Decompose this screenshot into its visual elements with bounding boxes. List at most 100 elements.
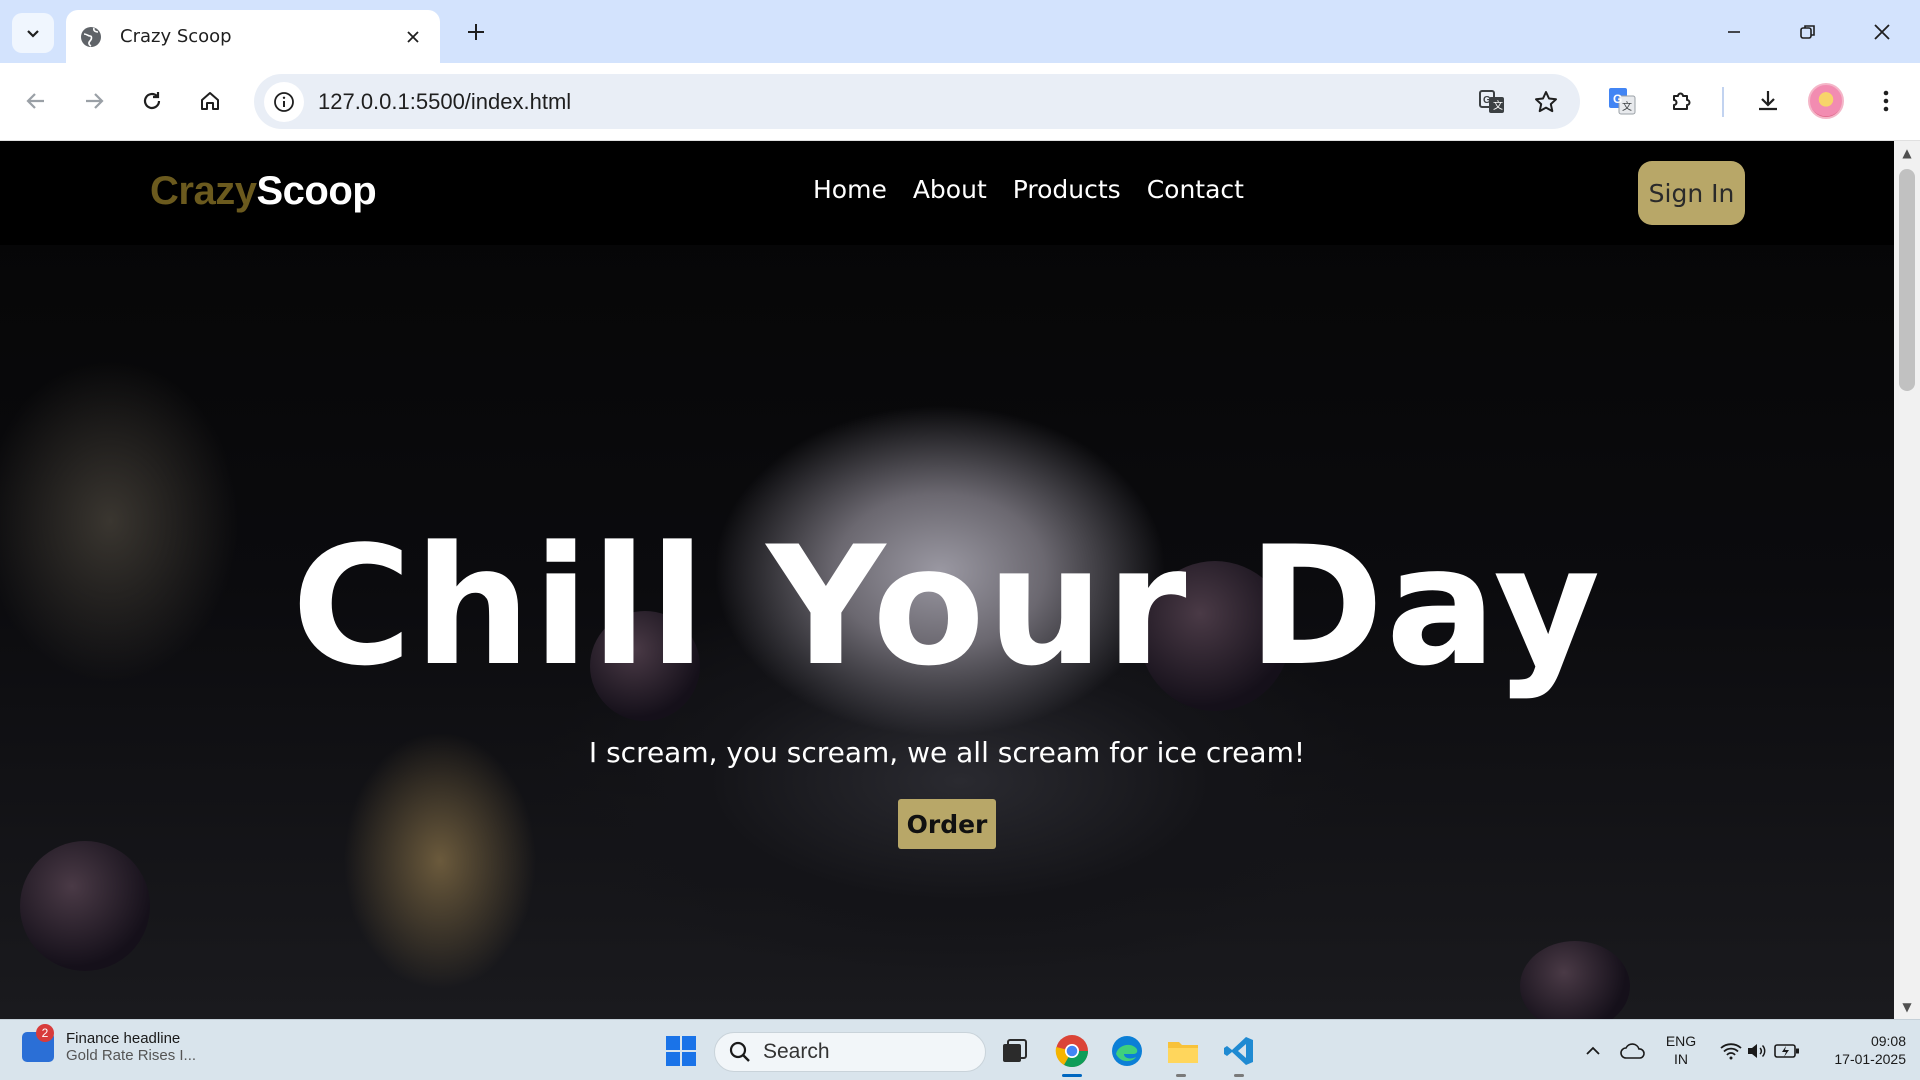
sign-in-button[interactable]: Sign In [1638,161,1745,225]
more-vertical-icon [1883,90,1889,112]
vscode-icon [1224,1037,1253,1065]
plus-icon [468,24,484,40]
translate-icon: G文 [1479,89,1504,113]
browser-tab-active[interactable]: Crazy Scoop [66,10,440,63]
info-icon [274,91,294,112]
hero-title: Chill Your Day [291,511,1603,702]
order-button[interactable]: Order [898,799,996,849]
task-view-icon [1003,1039,1027,1062]
clock-date: 17-01-2025 [1834,1051,1906,1067]
minimize-icon [1728,31,1740,33]
extensions-button[interactable] [1662,81,1702,121]
task-view-button[interactable] [994,1030,1036,1072]
puzzle-icon [1673,92,1691,110]
search-icon [729,1041,750,1062]
language-code: ENG [1665,1033,1697,1049]
language-indicator[interactable]: ENG IN [1660,1032,1702,1068]
news-title: Finance headline [66,1030,181,1047]
site-logo[interactable]: CrazyScoop [150,169,377,214]
arrow-right-icon [86,93,104,109]
logo-part1: Crazy [150,169,257,213]
home-icon [201,92,219,110]
region-code: IN [1674,1051,1688,1067]
explorer-running-indicator [1176,1074,1186,1077]
bookmark-button[interactable] [1526,82,1566,122]
url-text[interactable]: 127.0.0.1:5500/index.html [318,89,1472,115]
menu-button[interactable] [1866,81,1906,121]
chrome-icon [1055,1035,1088,1068]
main-nav: Home About Products Contact [813,175,1244,204]
svg-text:文: 文 [1493,99,1503,112]
download-icon [1759,91,1777,111]
google-translate-icon: G文 [1609,88,1636,115]
onedrive-button[interactable] [1612,1030,1654,1072]
svg-text:文: 文 [1622,100,1632,113]
taskbar-chrome[interactable] [1051,1030,1093,1072]
news-icon: 2 [22,1024,54,1062]
arrow-left-icon [26,93,44,109]
scroll-up-arrow-icon[interactable]: ▲ [1894,143,1920,163]
chevron-up-icon [1586,1046,1600,1055]
new-tab-button[interactable] [458,14,494,50]
home-button[interactable] [190,81,230,121]
restore-icon [1800,25,1815,39]
nav-link-contact[interactable]: Contact [1147,175,1244,204]
windows-taskbar: 2 Finance headline Gold Rate Rises I... … [0,1019,1920,1080]
tab-title: Crazy Scoop [120,26,232,47]
page-scrollbar[interactable]: ▲ ▼ [1894,141,1920,1019]
chrome-active-indicator [1062,1074,1082,1077]
news-widget[interactable]: 2 Finance headline Gold Rate Rises I... [22,1024,196,1064]
logo-part2: Scoop [256,169,377,213]
back-button[interactable] [16,81,56,121]
edge-icon [1112,1036,1142,1066]
close-icon [407,30,419,43]
clock-time: 09:08 [1870,1033,1906,1049]
tab-search-button[interactable] [12,13,54,53]
start-button[interactable] [660,1030,702,1072]
minimize-button[interactable] [1704,10,1764,54]
close-window-button[interactable] [1852,10,1912,54]
cloud-icon [1620,1043,1645,1059]
reload-button[interactable] [132,81,172,121]
news-text: Finance headline Gold Rate Rises I... [66,1030,196,1064]
restore-button[interactable] [1778,10,1838,54]
page-viewport: CrazyScoop Home About Products Contact S… [0,141,1894,1019]
star-icon [1535,90,1557,112]
nav-link-products[interactable]: Products [1013,175,1121,204]
site-info-button[interactable] [264,81,304,122]
taskbar-search[interactable]: Search [714,1032,986,1072]
google-translate-extension[interactable]: G文 [1602,81,1642,121]
tab-close-button[interactable] [400,24,426,50]
folder-icon [1168,1042,1198,1063]
hero-subtitle: I scream, you scream, we all scream for … [588,736,1306,769]
scroll-down-arrow-icon[interactable]: ▼ [1894,997,1920,1017]
clock[interactable]: 09:08 17-01-2025 [1806,1032,1906,1068]
blackberry-decoration [20,841,150,971]
windows-logo-icon [666,1036,696,1066]
globe-icon [81,26,101,47]
nav-link-home[interactable]: Home [813,175,887,204]
browser-toolbar: 127.0.0.1:5500/index.html G文 G文 [0,63,1920,141]
taskbar-vscode[interactable] [1218,1030,1260,1072]
speaker-icon [1748,1044,1766,1058]
taskbar-search-label: Search [763,1040,830,1063]
show-hidden-icons-button[interactable] [1572,1030,1614,1072]
news-badge: 2 [36,1024,54,1042]
toolbar-separator [1722,87,1724,117]
battery-status[interactable] [1766,1030,1808,1072]
downloads-button[interactable] [1748,81,1788,121]
taskbar-file-explorer[interactable] [1162,1030,1204,1072]
vscode-running-indicator [1234,1074,1244,1077]
scrollbar-thumb[interactable] [1899,169,1915,391]
taskbar-edge[interactable] [1106,1030,1148,1072]
address-bar[interactable]: 127.0.0.1:5500/index.html G文 [254,74,1580,129]
translate-button[interactable]: G文 [1472,82,1512,122]
chevron-down-icon [27,30,39,38]
forward-button[interactable] [74,81,114,121]
reload-icon [143,92,161,110]
nav-link-about[interactable]: About [913,175,987,204]
svg-text:G: G [1483,95,1491,106]
battery-charging-icon [1774,1044,1799,1058]
profile-avatar[interactable] [1808,83,1844,119]
browser-tab-bar: Crazy Scoop [0,0,1920,63]
